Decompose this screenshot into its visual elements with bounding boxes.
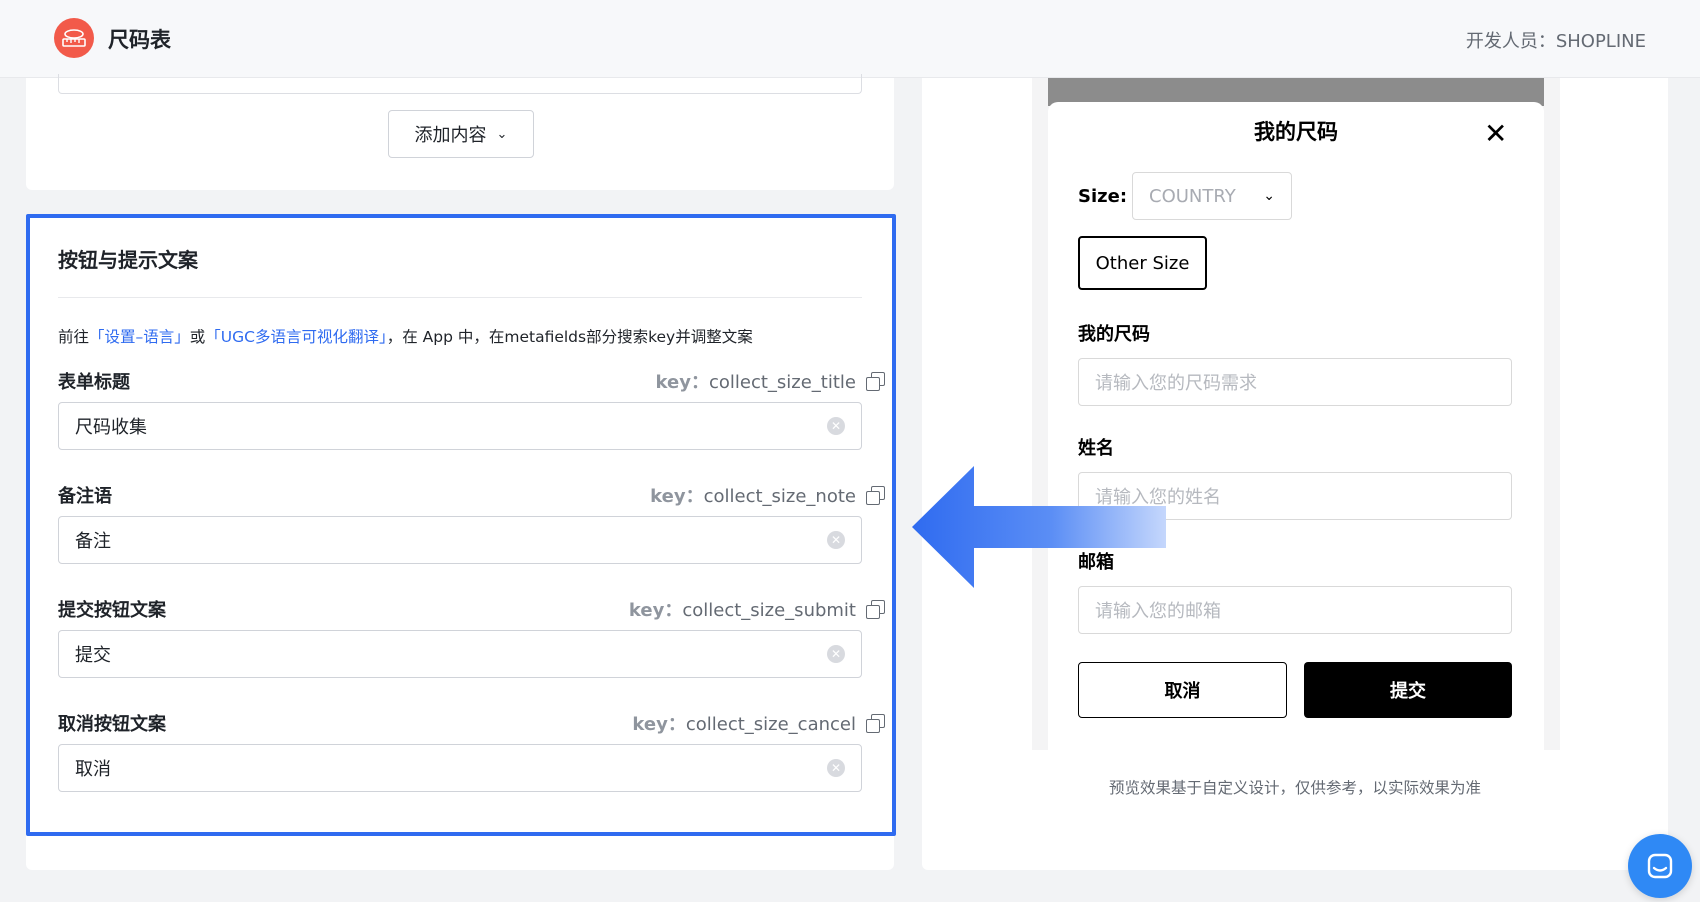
name-label: 姓名 (1078, 438, 1114, 459)
section-title: 按钮与提示文案 (58, 248, 198, 272)
field-key-title: key：collect_size_title (655, 368, 885, 394)
size-modal: 我的尺码 ✕ Size: COUNTRY ⌄ Other Size 我的尺码 请… (1048, 102, 1544, 750)
close-icon[interactable]: ✕ (1484, 120, 1507, 148)
clear-icon[interactable]: ✕ (827, 531, 845, 549)
chevron-down-icon: ⌄ (1263, 188, 1275, 204)
key-value: collect_size_title (708, 372, 856, 393)
key-value: collect_size_note (703, 486, 856, 507)
field-label-title: 表单标题 (58, 372, 130, 393)
submit-text-input[interactable]: 提交 ✕ (58, 630, 862, 678)
key-prefix: key： (655, 372, 709, 393)
content-input-stub[interactable] (58, 74, 862, 94)
hint-suffix: ，在 App 中，在metafields部分搜索key并调整文案 (386, 328, 753, 346)
add-content-button[interactable]: 添加内容 ⌄ (388, 110, 534, 158)
hint-prefix: 前往 (58, 328, 90, 346)
modal-title: 我的尺码 (1254, 120, 1338, 144)
other-size-button[interactable]: Other Size (1078, 236, 1207, 290)
clear-icon[interactable]: ✕ (827, 645, 845, 663)
clear-icon[interactable]: ✕ (827, 759, 845, 777)
cancel-text-input[interactable]: 取消 ✕ (58, 744, 862, 792)
chat-icon (1647, 853, 1673, 879)
hint-text: 前往「设置–语言」或「UGC多语言可视化翻译」，在 App 中，在metafie… (58, 325, 753, 347)
arrow-left-icon (912, 466, 1166, 588)
note-input[interactable]: 备注 ✕ (58, 516, 862, 564)
key-prefix: key： (632, 714, 686, 735)
chevron-down-icon: ⌄ (496, 126, 508, 142)
preview-note: 预览效果基于自定义设计，仅供参考，以实际效果为准 (1108, 779, 1481, 797)
country-select-value: COUNTRY (1149, 185, 1236, 207)
size-label: Size: (1078, 186, 1128, 207)
email-input[interactable]: 请输入您的邮箱 (1078, 586, 1512, 634)
key-prefix: key： (650, 486, 704, 507)
content-card: 添加内容 ⌄ (26, 74, 894, 190)
copy-icon[interactable] (866, 714, 885, 733)
preview-submit-button[interactable]: 提交 (1304, 662, 1512, 718)
developer-label: 开发人员：SHOPLINE (1465, 31, 1646, 52)
app-logo-icon (54, 18, 94, 58)
add-content-label: 添加内容 (414, 125, 487, 146)
field-label-submit: 提交按钮文案 (58, 600, 166, 621)
divider (58, 297, 862, 298)
input-value: 提交 (75, 645, 111, 666)
copy-icon[interactable] (866, 600, 885, 619)
input-value: 取消 (75, 759, 111, 780)
field-label-cancel: 取消按钮文案 (58, 714, 166, 735)
my-size-input[interactable]: 请输入您的尺码需求 (1078, 358, 1512, 406)
copy-icon[interactable] (866, 372, 885, 391)
top-bar: 尺码表 开发人员：SHOPLINE (0, 0, 1700, 78)
ugc-translate-link[interactable]: 「UGC多语言可视化翻译」 (205, 328, 386, 346)
input-value: 备注 (75, 531, 111, 552)
chat-support-button[interactable] (1628, 834, 1692, 898)
key-value: collect_size_submit (682, 600, 856, 621)
settings-language-link[interactable]: 「设置–语言」 (89, 328, 190, 346)
key-value: collect_size_cancel (685, 714, 856, 735)
field-label-note: 备注语 (58, 486, 112, 507)
app-title: 尺码表 (108, 28, 171, 52)
copy-icon[interactable] (866, 486, 885, 505)
clear-icon[interactable]: ✕ (827, 417, 845, 435)
key-prefix: key： (628, 600, 683, 621)
form-title-input[interactable]: 尺码收集 ✕ (58, 402, 862, 450)
preview-cancel-button[interactable]: 取消 (1078, 662, 1287, 718)
country-select[interactable]: COUNTRY ⌄ (1132, 172, 1292, 220)
hint-middle: 或 (189, 328, 206, 346)
input-value: 尺码收集 (75, 417, 147, 438)
my-size-label: 我的尺码 (1078, 324, 1150, 345)
field-key-cancel: key：collect_size_cancel (632, 710, 885, 736)
field-key-note: key：collect_size_note (650, 482, 885, 508)
field-key-submit: key：collect_size_submit (628, 596, 885, 622)
